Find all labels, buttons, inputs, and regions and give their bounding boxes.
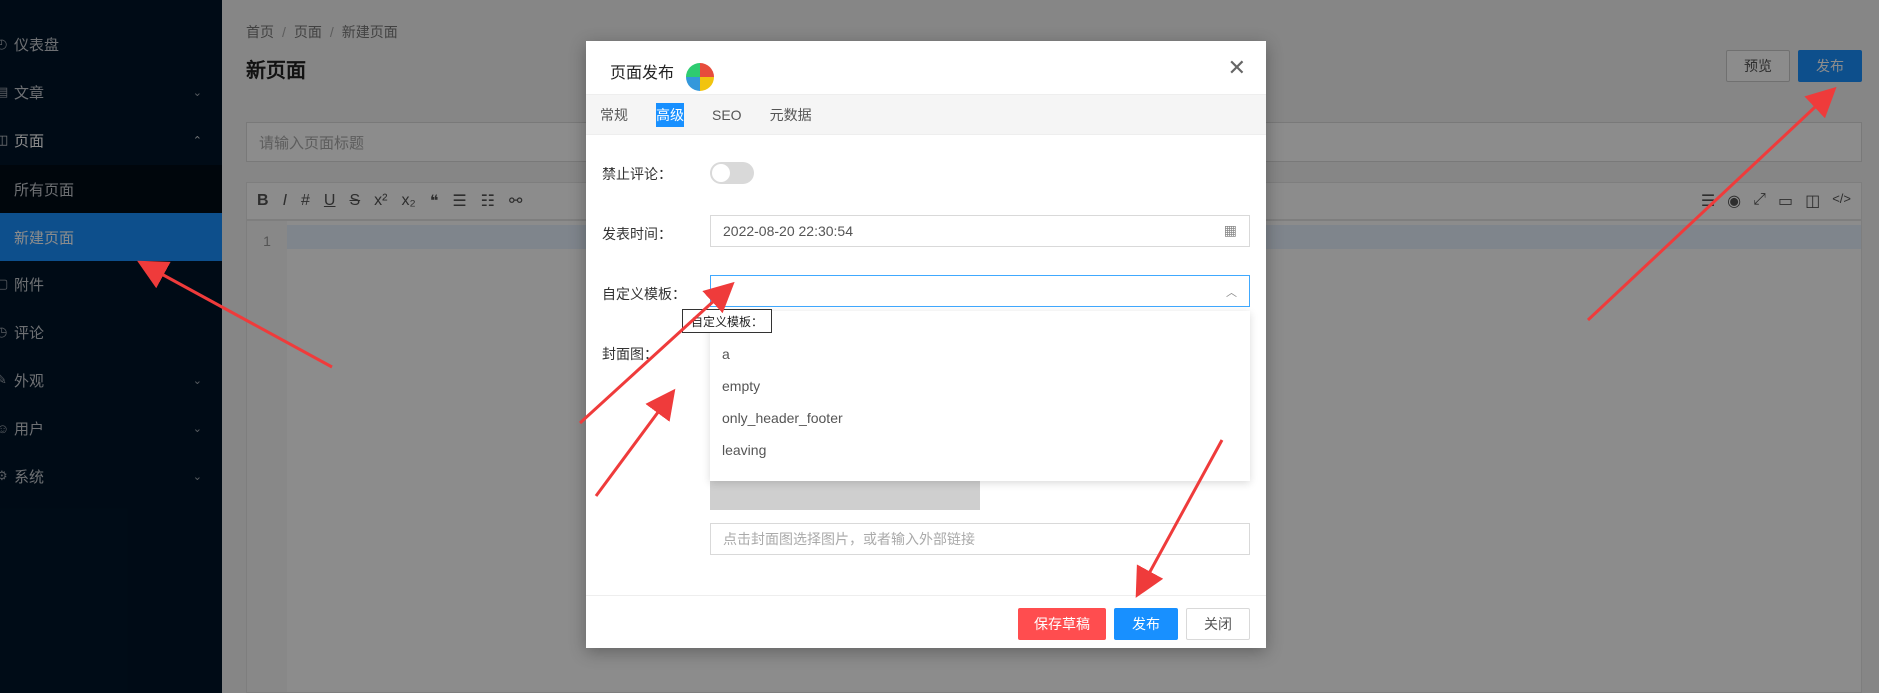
calendar-icon[interactable]: ▦ [1224, 222, 1237, 239]
logo-icon [686, 63, 714, 91]
custom-template-label: 自定义模板： [602, 286, 686, 302]
modal-title: 页面发布 [610, 65, 675, 82]
tab-advanced[interactable]: 高级 [642, 95, 698, 135]
publish-button[interactable]: 发布 [1114, 608, 1178, 640]
tab-general[interactable]: 常规 [586, 95, 642, 135]
disable-comment-toggle[interactable] [710, 162, 754, 184]
modal-tabs: 常规 高级 SEO 元数据 [586, 95, 1266, 135]
disable-comment-label: 禁止评论： [602, 166, 672, 182]
page-publish-modal: 页面发布 ✕ 常规 高级 SEO 元数据 禁止评论： 发表时间： 2022-08… [586, 41, 1266, 648]
publish-time-value: 2022-08-20 22:30:54 [723, 223, 853, 239]
modal-header: 页面发布 ✕ [586, 41, 1266, 95]
tab-label: 高级 [656, 102, 684, 127]
template-option[interactable]: leaving [722, 442, 766, 458]
template-dropdown: 无 a empty only_header_footer leaving [710, 311, 1250, 481]
publish-time-input[interactable]: 2022-08-20 22:30:54 ▦ [710, 215, 1250, 247]
close-icon[interactable]: ✕ [1228, 55, 1246, 81]
tab-metadata[interactable]: 元数据 [756, 95, 826, 135]
cover-label: 封面图： [602, 346, 658, 362]
publish-time-label: 发表时间： [602, 226, 672, 242]
template-option[interactable]: a [722, 346, 730, 362]
cover-url-input[interactable]: 点击封面图选择图片，或者输入外部链接 [710, 523, 1250, 555]
tab-seo[interactable]: SEO [698, 95, 756, 135]
chevron-up-icon: ︿ [1226, 287, 1237, 299]
modal-footer: 保存草稿 发布 关闭 [586, 595, 1266, 648]
tab-label: SEO [712, 106, 742, 123]
custom-template-select[interactable]: ︿ [710, 275, 1250, 307]
close-button[interactable]: 关闭 [1186, 608, 1250, 640]
tab-label: 元数据 [769, 106, 812, 123]
tab-label: 常规 [600, 106, 628, 123]
template-option[interactable]: only_header_footer [722, 410, 843, 426]
save-draft-button[interactable]: 保存草稿 [1018, 608, 1106, 640]
template-option[interactable]: empty [722, 378, 760, 394]
template-tooltip: 自定义模板： [682, 309, 773, 333]
